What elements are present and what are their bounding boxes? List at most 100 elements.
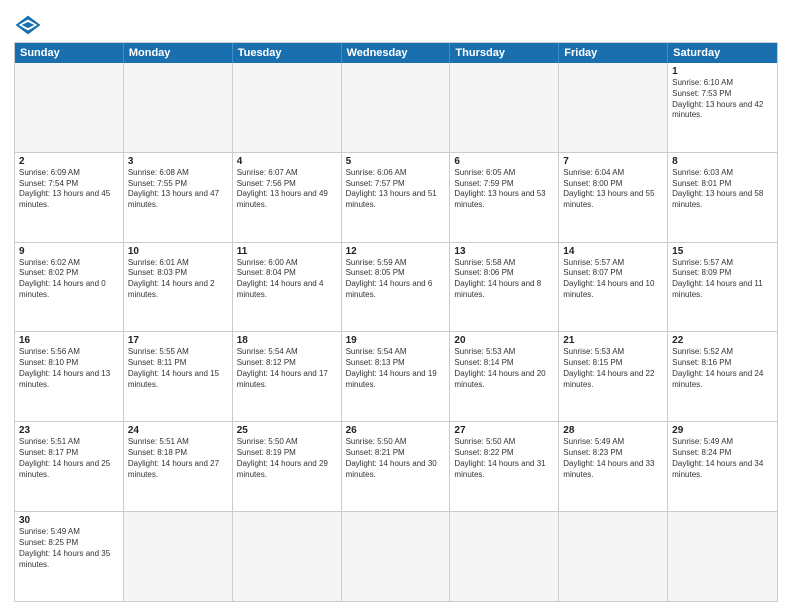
- day-number: 9: [19, 246, 119, 257]
- cell-info: Sunrise: 6:01 AM Sunset: 8:03 PM Dayligh…: [128, 258, 228, 301]
- calendar-cell: 3Sunrise: 6:08 AM Sunset: 7:55 PM Daylig…: [124, 153, 233, 242]
- cell-info: Sunrise: 5:56 AM Sunset: 8:10 PM Dayligh…: [19, 347, 119, 390]
- day-number: 16: [19, 335, 119, 346]
- day-number: 2: [19, 156, 119, 167]
- cell-info: Sunrise: 6:02 AM Sunset: 8:02 PM Dayligh…: [19, 258, 119, 301]
- calendar-cell: 13Sunrise: 5:58 AM Sunset: 8:06 PM Dayli…: [450, 243, 559, 332]
- calendar-cell: 30Sunrise: 5:49 AM Sunset: 8:25 PM Dayli…: [15, 512, 124, 601]
- day-number: 23: [19, 425, 119, 436]
- calendar-row-2: 9Sunrise: 6:02 AM Sunset: 8:02 PM Daylig…: [15, 243, 777, 333]
- calendar-cell: 5Sunrise: 6:06 AM Sunset: 7:57 PM Daylig…: [342, 153, 451, 242]
- calendar-cell: [342, 63, 451, 152]
- calendar-cell: 12Sunrise: 5:59 AM Sunset: 8:05 PM Dayli…: [342, 243, 451, 332]
- header-day-monday: Monday: [124, 43, 233, 63]
- calendar-cell: 10Sunrise: 6:01 AM Sunset: 8:03 PM Dayli…: [124, 243, 233, 332]
- calendar-cell: [668, 512, 777, 601]
- day-number: 7: [563, 156, 663, 167]
- calendar-cell: 19Sunrise: 5:54 AM Sunset: 8:13 PM Dayli…: [342, 332, 451, 421]
- calendar-cell: 26Sunrise: 5:50 AM Sunset: 8:21 PM Dayli…: [342, 422, 451, 511]
- day-number: 3: [128, 156, 228, 167]
- calendar-cell: [15, 63, 124, 152]
- calendar-cell: 14Sunrise: 5:57 AM Sunset: 8:07 PM Dayli…: [559, 243, 668, 332]
- cell-info: Sunrise: 5:51 AM Sunset: 8:17 PM Dayligh…: [19, 437, 119, 480]
- header-day-sunday: Sunday: [15, 43, 124, 63]
- calendar-cell: [559, 63, 668, 152]
- cell-info: Sunrise: 5:54 AM Sunset: 8:12 PM Dayligh…: [237, 347, 337, 390]
- header-day-thursday: Thursday: [450, 43, 559, 63]
- day-number: 18: [237, 335, 337, 346]
- header: [14, 10, 778, 36]
- calendar-cell: 25Sunrise: 5:50 AM Sunset: 8:19 PM Dayli…: [233, 422, 342, 511]
- calendar-cell: 22Sunrise: 5:52 AM Sunset: 8:16 PM Dayli…: [668, 332, 777, 421]
- calendar-cell: [124, 512, 233, 601]
- cell-info: Sunrise: 5:53 AM Sunset: 8:15 PM Dayligh…: [563, 347, 663, 390]
- calendar-cell: [559, 512, 668, 601]
- header-day-saturday: Saturday: [668, 43, 777, 63]
- cell-info: Sunrise: 5:51 AM Sunset: 8:18 PM Dayligh…: [128, 437, 228, 480]
- calendar-cell: 11Sunrise: 6:00 AM Sunset: 8:04 PM Dayli…: [233, 243, 342, 332]
- cell-info: Sunrise: 5:57 AM Sunset: 8:09 PM Dayligh…: [672, 258, 773, 301]
- day-number: 14: [563, 246, 663, 257]
- day-number: 6: [454, 156, 554, 167]
- calendar-cell: 27Sunrise: 5:50 AM Sunset: 8:22 PM Dayli…: [450, 422, 559, 511]
- day-number: 19: [346, 335, 446, 346]
- day-number: 21: [563, 335, 663, 346]
- calendar-cell: 20Sunrise: 5:53 AM Sunset: 8:14 PM Dayli…: [450, 332, 559, 421]
- day-number: 13: [454, 246, 554, 257]
- day-number: 28: [563, 425, 663, 436]
- calendar-cell: [450, 63, 559, 152]
- calendar-cell: [233, 512, 342, 601]
- calendar-body: 1Sunrise: 6:10 AM Sunset: 7:53 PM Daylig…: [15, 63, 777, 601]
- day-number: 10: [128, 246, 228, 257]
- day-number: 12: [346, 246, 446, 257]
- day-number: 1: [672, 66, 773, 77]
- calendar-cell: 18Sunrise: 5:54 AM Sunset: 8:12 PM Dayli…: [233, 332, 342, 421]
- cell-info: Sunrise: 5:49 AM Sunset: 8:23 PM Dayligh…: [563, 437, 663, 480]
- cell-info: Sunrise: 6:07 AM Sunset: 7:56 PM Dayligh…: [237, 168, 337, 211]
- cell-info: Sunrise: 5:49 AM Sunset: 8:24 PM Dayligh…: [672, 437, 773, 480]
- day-number: 26: [346, 425, 446, 436]
- calendar-cell: 7Sunrise: 6:04 AM Sunset: 8:00 PM Daylig…: [559, 153, 668, 242]
- calendar-row-4: 23Sunrise: 5:51 AM Sunset: 8:17 PM Dayli…: [15, 422, 777, 512]
- day-number: 29: [672, 425, 773, 436]
- day-number: 22: [672, 335, 773, 346]
- calendar-cell: [450, 512, 559, 601]
- calendar-cell: 1Sunrise: 6:10 AM Sunset: 7:53 PM Daylig…: [668, 63, 777, 152]
- day-number: 27: [454, 425, 554, 436]
- calendar-cell: 6Sunrise: 6:05 AM Sunset: 7:59 PM Daylig…: [450, 153, 559, 242]
- calendar-cell: 17Sunrise: 5:55 AM Sunset: 8:11 PM Dayli…: [124, 332, 233, 421]
- day-number: 11: [237, 246, 337, 257]
- calendar-cell: 23Sunrise: 5:51 AM Sunset: 8:17 PM Dayli…: [15, 422, 124, 511]
- day-number: 24: [128, 425, 228, 436]
- header-day-friday: Friday: [559, 43, 668, 63]
- header-day-tuesday: Tuesday: [233, 43, 342, 63]
- cell-info: Sunrise: 5:50 AM Sunset: 8:19 PM Dayligh…: [237, 437, 337, 480]
- calendar-cell: 8Sunrise: 6:03 AM Sunset: 8:01 PM Daylig…: [668, 153, 777, 242]
- cell-info: Sunrise: 5:52 AM Sunset: 8:16 PM Dayligh…: [672, 347, 773, 390]
- calendar-cell: 24Sunrise: 5:51 AM Sunset: 8:18 PM Dayli…: [124, 422, 233, 511]
- cell-info: Sunrise: 6:08 AM Sunset: 7:55 PM Dayligh…: [128, 168, 228, 211]
- cell-info: Sunrise: 5:50 AM Sunset: 8:21 PM Dayligh…: [346, 437, 446, 480]
- calendar-cell: 4Sunrise: 6:07 AM Sunset: 7:56 PM Daylig…: [233, 153, 342, 242]
- calendar-cell: 9Sunrise: 6:02 AM Sunset: 8:02 PM Daylig…: [15, 243, 124, 332]
- calendar-cell: 16Sunrise: 5:56 AM Sunset: 8:10 PM Dayli…: [15, 332, 124, 421]
- page: SundayMondayTuesdayWednesdayThursdayFrid…: [0, 0, 792, 612]
- day-number: 17: [128, 335, 228, 346]
- header-day-wednesday: Wednesday: [342, 43, 451, 63]
- calendar-cell: [233, 63, 342, 152]
- day-number: 20: [454, 335, 554, 346]
- cell-info: Sunrise: 5:53 AM Sunset: 8:14 PM Dayligh…: [454, 347, 554, 390]
- calendar-cell: [124, 63, 233, 152]
- cell-info: Sunrise: 5:59 AM Sunset: 8:05 PM Dayligh…: [346, 258, 446, 301]
- calendar-cell: 2Sunrise: 6:09 AM Sunset: 7:54 PM Daylig…: [15, 153, 124, 242]
- calendar-header: SundayMondayTuesdayWednesdayThursdayFrid…: [15, 43, 777, 63]
- calendar-row-0: 1Sunrise: 6:10 AM Sunset: 7:53 PM Daylig…: [15, 63, 777, 153]
- cell-info: Sunrise: 6:03 AM Sunset: 8:01 PM Dayligh…: [672, 168, 773, 211]
- cell-info: Sunrise: 6:05 AM Sunset: 7:59 PM Dayligh…: [454, 168, 554, 211]
- day-number: 30: [19, 515, 119, 526]
- cell-info: Sunrise: 6:09 AM Sunset: 7:54 PM Dayligh…: [19, 168, 119, 211]
- cell-info: Sunrise: 6:00 AM Sunset: 8:04 PM Dayligh…: [237, 258, 337, 301]
- calendar-cell: 29Sunrise: 5:49 AM Sunset: 8:24 PM Dayli…: [668, 422, 777, 511]
- calendar-cell: 21Sunrise: 5:53 AM Sunset: 8:15 PM Dayli…: [559, 332, 668, 421]
- cell-info: Sunrise: 5:54 AM Sunset: 8:13 PM Dayligh…: [346, 347, 446, 390]
